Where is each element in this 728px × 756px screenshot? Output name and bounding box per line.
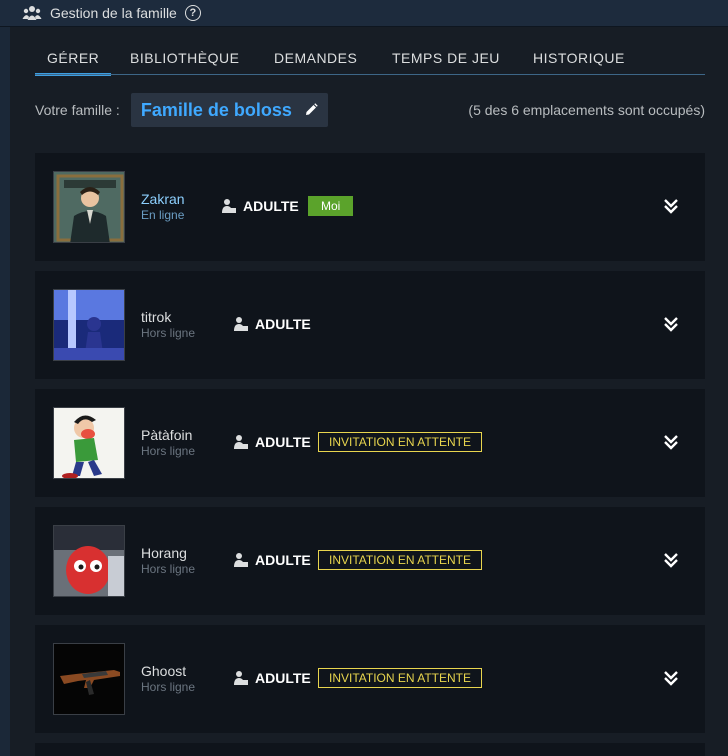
tab-historique[interactable]: HISTORIQUE xyxy=(533,50,625,66)
member-name[interactable]: Ghoost xyxy=(141,663,186,679)
tab-temps-de-jeu[interactable]: TEMPS DE JEU xyxy=(392,50,500,66)
member-role: ADULTE xyxy=(233,670,311,686)
invite-pending-badge: INVITATION EN ATTENTE xyxy=(318,550,483,570)
member-role-label: ADULTE xyxy=(243,198,299,214)
member-name[interactable]: Pàtàfoin xyxy=(141,427,192,443)
pencil-icon[interactable] xyxy=(304,103,318,117)
adult-icon xyxy=(221,198,237,214)
adult-icon xyxy=(233,552,249,568)
invite-pending-badge: INVITATION EN ATTENTE xyxy=(318,668,483,688)
member-card-patafoin: Pàtàfoin Hors ligne ADULTE INVITATION EN… xyxy=(35,389,705,497)
member-role: ADULTE xyxy=(233,434,311,450)
member-status: Hors ligne xyxy=(141,444,196,458)
adult-icon xyxy=(233,670,249,686)
member-status: En ligne xyxy=(141,208,185,222)
me-badge: Moi xyxy=(308,196,354,216)
member-role: ADULTE xyxy=(233,552,311,568)
adult-icon xyxy=(233,316,249,332)
member-name[interactable]: titrok xyxy=(141,309,171,325)
chevron-down-icon[interactable] xyxy=(663,197,679,215)
family-name-box[interactable]: Famille de boloss xyxy=(130,93,328,127)
tab-bar: GÉRER BIBLIOTHÈQUE DEMANDES TEMPS DE JEU… xyxy=(34,27,705,76)
tab-demandes[interactable]: DEMANDES xyxy=(274,50,357,66)
member-role-label: ADULTE xyxy=(255,434,311,450)
invite-pending-badge: INVITATION EN ATTENTE xyxy=(318,432,483,452)
family-row: Votre famille : Famille de boloss (5 des… xyxy=(35,93,705,127)
member-name[interactable]: Horang xyxy=(141,545,187,561)
tab-bibliotheque[interactable]: BIBLIOTHÈQUE xyxy=(130,50,239,66)
member-card-horang: Horang Hors ligne ADULTE INVITATION EN A… xyxy=(35,507,705,615)
avatar[interactable] xyxy=(53,407,125,479)
member-role: ADULTE xyxy=(233,316,311,332)
chevron-down-icon[interactable] xyxy=(663,433,679,451)
family-name: Famille de boloss xyxy=(140,99,292,120)
member-name[interactable]: Zakran xyxy=(141,191,185,207)
chevron-down-icon[interactable] xyxy=(663,551,679,569)
avatar[interactable] xyxy=(53,171,125,243)
member-role-label: ADULTE xyxy=(255,670,311,686)
avatar[interactable] xyxy=(53,289,125,361)
family-panel: GÉRER BIBLIOTHÈQUE DEMANDES TEMPS DE JEU… xyxy=(10,27,728,756)
member-card-partial xyxy=(35,743,705,756)
avatar[interactable] xyxy=(53,643,125,715)
adult-icon xyxy=(233,434,249,450)
page-header: Gestion de la famille ? xyxy=(0,0,728,27)
member-status: Hors ligne xyxy=(141,562,196,576)
member-status: Hors ligne xyxy=(141,326,196,340)
family-label: Votre famille : xyxy=(35,102,120,118)
tab-gerer[interactable]: GÉRER xyxy=(34,50,112,76)
member-card-zakran: Zakran En ligne ADULTE Moi xyxy=(35,153,705,261)
avatar[interactable] xyxy=(53,525,125,597)
chevron-down-icon[interactable] xyxy=(663,669,679,687)
chevron-down-icon[interactable] xyxy=(663,315,679,333)
member-card-titrok: titrok Hors ligne ADULTE xyxy=(35,271,705,379)
member-card-ghoost: Ghoost Hors ligne ADULTE INVITATION EN A… xyxy=(35,625,705,733)
family-icon xyxy=(22,5,42,21)
slots-count: (5 des 6 emplacements sont occupés) xyxy=(468,102,705,118)
page-title: Gestion de la famille xyxy=(50,5,177,21)
tab-underline xyxy=(35,74,705,75)
member-status: Hors ligne xyxy=(141,680,196,694)
member-role-label: ADULTE xyxy=(255,552,311,568)
member-role-label: ADULTE xyxy=(255,316,311,332)
help-icon[interactable]: ? xyxy=(184,5,201,21)
member-role: ADULTE xyxy=(221,198,299,214)
